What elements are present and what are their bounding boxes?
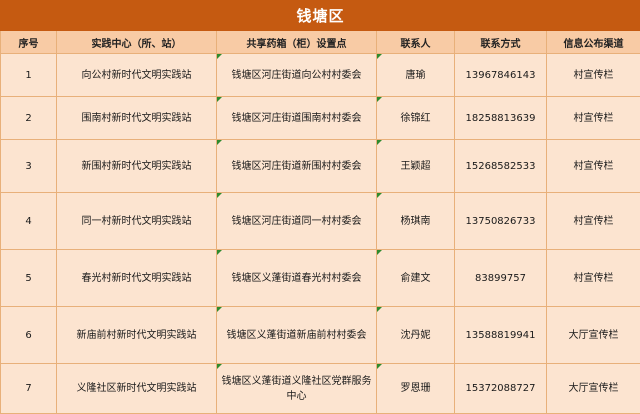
cell-location: 钱塘区义蓬街道春光村村委会 [217,250,377,307]
cell-channel: 村宣传栏 [547,54,640,97]
cell-center: 围南村新时代文明实践站 [57,97,217,140]
cell-center: 同一村新时代文明实践站 [57,193,217,250]
cell-phone: 15372088727 [455,364,547,414]
cell-contact: 唐瑜 [377,54,455,97]
cell-no: 6 [1,307,57,364]
table-row: 1 向公村新时代文明实践站 钱塘区河庄街道向公村村委会 唐瑜 139678461… [1,54,640,97]
table-row: 4 同一村新时代文明实践站 钱塘区河庄街道同一村村委会 杨琪南 13750826… [1,193,640,250]
col-header-channel: 信息公布渠道 [547,31,640,54]
cell-no: 5 [1,250,57,307]
cell-no: 7 [1,364,57,414]
cell-phone: 13588819941 [455,307,547,364]
title-row: 钱塘区 [1,1,640,31]
cell-location: 钱塘区义蓬街道新庙前村村委会 [217,307,377,364]
col-header-phone: 联系方式 [455,31,547,54]
cell-contact: 王颖超 [377,140,455,193]
cell-channel: 村宣传栏 [547,97,640,140]
cell-center: 义隆社区新时代文明实践站 [57,364,217,414]
cell-location: 钱塘区河庄街道向公村村委会 [217,54,377,97]
cell-location: 钱塘区河庄街道围南村村委会 [217,97,377,140]
cell-location: 钱塘区河庄街道新围村村委会 [217,140,377,193]
cell-phone: 13967846143 [455,54,547,97]
cell-center: 向公村新时代文明实践站 [57,54,217,97]
cell-center: 新庙前村新时代文明实践站 [57,307,217,364]
table-row: 5 春光村新时代文明实践站 钱塘区义蓬街道春光村村委会 俞建文 83899757… [1,250,640,307]
cell-channel: 大厅宣传栏 [547,364,640,414]
sheet-title: 钱塘区 [1,1,640,31]
table-row: 7 义隆社区新时代文明实践站 钱塘区义蓬街道义隆社区党群服务中心 罗恩珊 153… [1,364,640,414]
cell-center: 春光村新时代文明实践站 [57,250,217,307]
cell-no: 1 [1,54,57,97]
cell-phone: 15268582533 [455,140,547,193]
header-row: 序号 实践中心（所、站） 共享药箱（柜）设置点 联系人 联系方式 信息公布渠道 [1,31,640,54]
cell-location: 钱塘区义蓬街道义隆社区党群服务中心 [217,364,377,414]
cell-channel: 村宣传栏 [547,250,640,307]
col-header-no: 序号 [1,31,57,54]
cell-channel: 村宣传栏 [547,193,640,250]
table-row: 6 新庙前村新时代文明实践站 钱塘区义蓬街道新庙前村村委会 沈丹妮 135888… [1,307,640,364]
spreadsheet: 钱塘区 序号 实践中心（所、站） 共享药箱（柜）设置点 联系人 联系方式 信息公… [0,0,640,412]
cell-contact: 罗恩珊 [377,364,455,414]
cell-no: 2 [1,97,57,140]
cell-contact: 徐锦红 [377,97,455,140]
cell-contact: 杨琪南 [377,193,455,250]
cell-no: 4 [1,193,57,250]
col-header-contact: 联系人 [377,31,455,54]
cell-phone: 18258813639 [455,97,547,140]
cell-phone: 13750826733 [455,193,547,250]
col-header-location: 共享药箱（柜）设置点 [217,31,377,54]
cell-contact: 沈丹妮 [377,307,455,364]
table-row: 3 新围村新时代文明实践站 钱塘区河庄街道新围村村委会 王颖超 15268582… [1,140,640,193]
col-header-center: 实践中心（所、站） [57,31,217,54]
cell-contact: 俞建文 [377,250,455,307]
cell-location: 钱塘区河庄街道同一村村委会 [217,193,377,250]
cell-phone: 83899757 [455,250,547,307]
cell-channel: 村宣传栏 [547,140,640,193]
cell-no: 3 [1,140,57,193]
cell-channel: 大厅宣传栏 [547,307,640,364]
cell-center: 新围村新时代文明实践站 [57,140,217,193]
data-table: 钱塘区 序号 实践中心（所、站） 共享药箱（柜）设置点 联系人 联系方式 信息公… [0,0,640,414]
table-row: 2 围南村新时代文明实践站 钱塘区河庄街道围南村村委会 徐锦红 18258813… [1,97,640,140]
